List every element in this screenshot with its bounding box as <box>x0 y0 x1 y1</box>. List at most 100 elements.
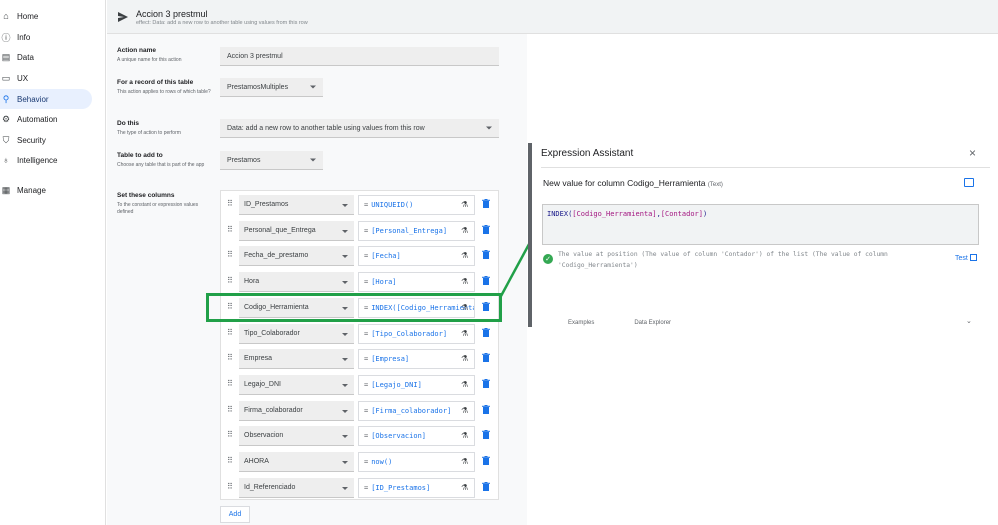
column-select[interactable]: Tipo_Colaborador <box>239 323 354 344</box>
column-name: Fecha_de_prestamo <box>244 252 309 260</box>
column-row: ⠿ Empresa = [Empresa] ⚗ <box>221 347 500 371</box>
expression-input[interactable]: = [Firma_colaborador] <box>358 400 475 421</box>
trash-icon[interactable] <box>482 353 490 363</box>
column-select[interactable]: Firma_colaborador <box>239 400 354 421</box>
sidebar-item-data[interactable]: ▤ Data <box>0 47 92 67</box>
chevron-down-icon <box>342 435 348 439</box>
do-this-select[interactable]: Data: add a new row to another table usi… <box>220 119 499 138</box>
drag-handle-icon[interactable]: ⠿ <box>227 225 233 234</box>
column-select[interactable]: Personal_que_Entrega <box>239 220 354 241</box>
column-row: ⠿ Id_Referenciado = [ID_Prestamos] ⚗ <box>221 476 500 500</box>
column-select[interactable]: Legajo_DNI <box>239 374 354 395</box>
sidebar-item-ux[interactable]: ▭ UX <box>0 68 92 88</box>
trash-icon[interactable] <box>482 250 490 260</box>
close-icon[interactable]: × <box>969 146 976 160</box>
calculator-icon[interactable] <box>964 178 974 187</box>
expression-value: [Empresa] <box>371 355 410 364</box>
flask-icon[interactable]: ⚗ <box>461 406 468 415</box>
flask-icon[interactable]: ⚗ <box>461 200 468 209</box>
column-select[interactable]: ID_Prestamos <box>239 195 354 215</box>
trash-icon[interactable] <box>482 456 490 465</box>
sidebar-item-intelligence[interactable]: ♁ Intelligence <box>0 150 92 170</box>
expression-input[interactable]: = [Observacion] <box>358 426 475 447</box>
record-table-hint: This action applies to rows of which tab… <box>117 89 211 95</box>
trash-icon[interactable] <box>482 404 490 414</box>
column-select[interactable]: Fecha_de_prestamo <box>239 246 354 267</box>
flask-icon[interactable]: ⚗ <box>461 329 468 338</box>
drag-handle-icon[interactable]: ⠿ <box>227 430 233 439</box>
drag-handle-icon[interactable]: ⠿ <box>227 353 233 362</box>
expression-input[interactable]: = [ID_Prestamos] <box>358 477 475 498</box>
expression-input[interactable]: = [Fecha] <box>358 246 475 267</box>
highlight-box <box>206 293 502 322</box>
expression-input[interactable]: = [Hora] <box>358 272 475 293</box>
column-row: ⠿ Legajo_DNI = [Legajo_DNI] ⚗ <box>221 373 500 397</box>
sidebar-item-security[interactable]: ⛉ Security <box>0 130 92 150</box>
flask-icon[interactable]: ⚗ <box>461 251 468 260</box>
flask-icon[interactable]: ⚗ <box>461 226 468 235</box>
send-icon <box>118 12 128 22</box>
flask-icon[interactable]: ⚗ <box>461 483 468 492</box>
expression-input[interactable]: = [Empresa] <box>358 349 475 370</box>
flask-icon[interactable]: ⚗ <box>461 277 468 286</box>
trash-icon[interactable] <box>482 224 490 234</box>
bulb-icon: ♁ <box>2 155 10 165</box>
expression-input[interactable]: = UNIQUEID() <box>358 195 475 215</box>
chevron-down-icon[interactable]: ⌄ <box>966 317 972 325</box>
table-to-add-hint: Choose any table that is part of the app <box>117 162 205 168</box>
trash-icon[interactable] <box>482 430 490 440</box>
equals-sign: = <box>364 406 369 415</box>
column-name: Id_Referenciado <box>244 483 296 491</box>
drag-handle-icon[interactable]: ⠿ <box>227 456 233 465</box>
sidebar-item-behavior[interactable]: ⚲ Behavior <box>0 89 92 109</box>
trash-icon[interactable] <box>482 481 490 491</box>
do-this-label: Do this <box>117 120 140 127</box>
expression-input[interactable]: = [Tipo_Colaborador] <box>358 323 475 344</box>
drag-handle-icon[interactable]: ⠿ <box>227 276 233 285</box>
column-row: ⠿ AHORA = now() ⚗ <box>221 450 500 474</box>
flask-icon[interactable]: ⚗ <box>461 457 468 466</box>
expression-input[interactable]: = [Legajo_DNI] <box>358 374 475 395</box>
expression-input[interactable]: = [Personal_Entrega] <box>358 220 475 241</box>
column-select[interactable]: Hora <box>239 272 354 293</box>
table-to-add-select[interactable]: Prestamos <box>220 151 323 170</box>
tab-examples[interactable]: Examples <box>568 320 594 326</box>
expression-input[interactable]: = now() <box>358 452 475 472</box>
drag-handle-icon[interactable]: ⠿ <box>227 328 233 337</box>
action-name-input[interactable]: Accion 3 prestmul <box>220 47 499 66</box>
column-name: Hora <box>244 278 260 286</box>
flask-icon[interactable]: ⚗ <box>461 354 468 363</box>
sidebar-item-home[interactable]: ⌂ Home <box>0 6 92 26</box>
flask-icon[interactable]: ⚗ <box>461 431 468 440</box>
column-select[interactable]: Id_Referenciado <box>239 477 354 498</box>
shield-icon: ⛉ <box>2 134 10 145</box>
drag-handle-icon[interactable]: ⠿ <box>227 379 233 388</box>
test-link[interactable]: Test <box>955 254 977 262</box>
column-select[interactable]: Empresa <box>239 349 354 370</box>
expression-editor[interactable]: INDEX([Codigo_Herramienta],[Contador]) <box>542 204 979 245</box>
drag-handle-icon[interactable]: ⠿ <box>227 405 233 414</box>
sidebar-item-automation[interactable]: ⚙ Automation <box>0 109 92 129</box>
drag-handle-icon[interactable]: ⠿ <box>227 250 233 259</box>
drag-handle-icon[interactable]: ⠿ <box>227 199 233 208</box>
trash-icon[interactable] <box>482 378 490 388</box>
sidebar-item-label: Home <box>17 11 39 21</box>
chevron-down-icon <box>310 85 316 89</box>
trash-icon[interactable] <box>482 276 490 286</box>
column-select[interactable]: AHORA <box>239 452 354 472</box>
equals-sign: = <box>364 355 369 364</box>
drag-handle-icon[interactable]: ⠿ <box>227 482 233 491</box>
sidebar-item-info[interactable]: ⓘ Info <box>0 27 92 47</box>
column-name: Tipo_Colaborador <box>244 329 300 337</box>
sidebar-item-manage[interactable]: ▦ Manage <box>0 180 92 200</box>
sidebar-item-label: Security <box>17 135 46 145</box>
trash-icon[interactable] <box>482 327 490 337</box>
column-name: Personal_que_Entrega <box>244 226 316 234</box>
column-select[interactable]: Observacion <box>239 426 354 447</box>
add-column-button[interactable]: Add <box>220 506 250 523</box>
record-table-select[interactable]: PrestamosMultiples <box>220 78 323 97</box>
expression-value: [Hora] <box>371 278 397 287</box>
trash-icon[interactable] <box>482 199 490 208</box>
tab-data-explorer[interactable]: Data Explorer <box>634 320 671 326</box>
flask-icon[interactable]: ⚗ <box>461 380 468 389</box>
